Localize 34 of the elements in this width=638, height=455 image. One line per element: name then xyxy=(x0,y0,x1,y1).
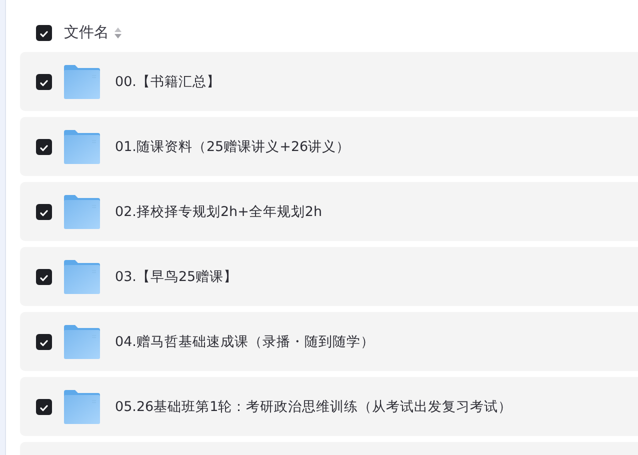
file-name: 05.26基础班第1轮：考研政治思维训练（从考试出发复习考试） xyxy=(115,398,512,416)
file-name: 01.随课资料（25赠课讲义+26讲义） xyxy=(115,138,350,156)
sort-icon[interactable] xyxy=(114,26,122,38)
folder-icon xyxy=(64,64,100,98)
checkmark-icon xyxy=(40,80,48,86)
checkmark-icon xyxy=(40,30,48,37)
file-row[interactable]: 03.【早鸟25赠课】 xyxy=(20,247,638,306)
column-header[interactable]: 文件名 xyxy=(64,23,109,42)
checkmark-icon xyxy=(40,340,48,346)
folder-icon xyxy=(64,324,100,358)
file-name: 04.赠马哲基础速成课（录播・随到随学） xyxy=(115,332,374,350)
checkbox[interactable] xyxy=(36,204,52,220)
checkbox[interactable] xyxy=(36,138,52,154)
checkbox[interactable] xyxy=(36,398,52,414)
checkmark-icon xyxy=(40,274,48,281)
checkmark-icon xyxy=(40,404,48,411)
file-name: 02.择校择专规划2h+全年规划2h xyxy=(115,202,322,220)
folder-icon xyxy=(64,130,100,164)
folder-icon xyxy=(64,260,100,294)
file-row[interactable]: 04.赠马哲基础速成课（录播・随到随学） xyxy=(20,312,638,371)
file-row[interactable]: 05.26基础班第1轮：考研政治思维训练（从考试出发复习考试） xyxy=(20,377,638,436)
folder-icon xyxy=(64,390,100,424)
checkmark-icon xyxy=(40,144,48,151)
checkbox[interactable] xyxy=(36,24,52,40)
file-row[interactable]: 00.【书籍汇总】 xyxy=(20,52,638,111)
checkbox[interactable] xyxy=(36,74,52,90)
file-row[interactable]: 01.随课资料（25赠课讲义+26讲义） xyxy=(20,117,638,176)
checkbox[interactable] xyxy=(36,268,52,284)
checkbox[interactable] xyxy=(36,334,52,350)
folder-icon xyxy=(64,194,100,228)
file-name: 03.【早鸟25赠课】 xyxy=(115,268,238,286)
checkmark-icon xyxy=(40,210,48,216)
file-row[interactable]: 02.择校择专规划2h+全年规划2h xyxy=(20,182,638,241)
file-name: 00.【书籍汇总】 xyxy=(115,72,220,90)
